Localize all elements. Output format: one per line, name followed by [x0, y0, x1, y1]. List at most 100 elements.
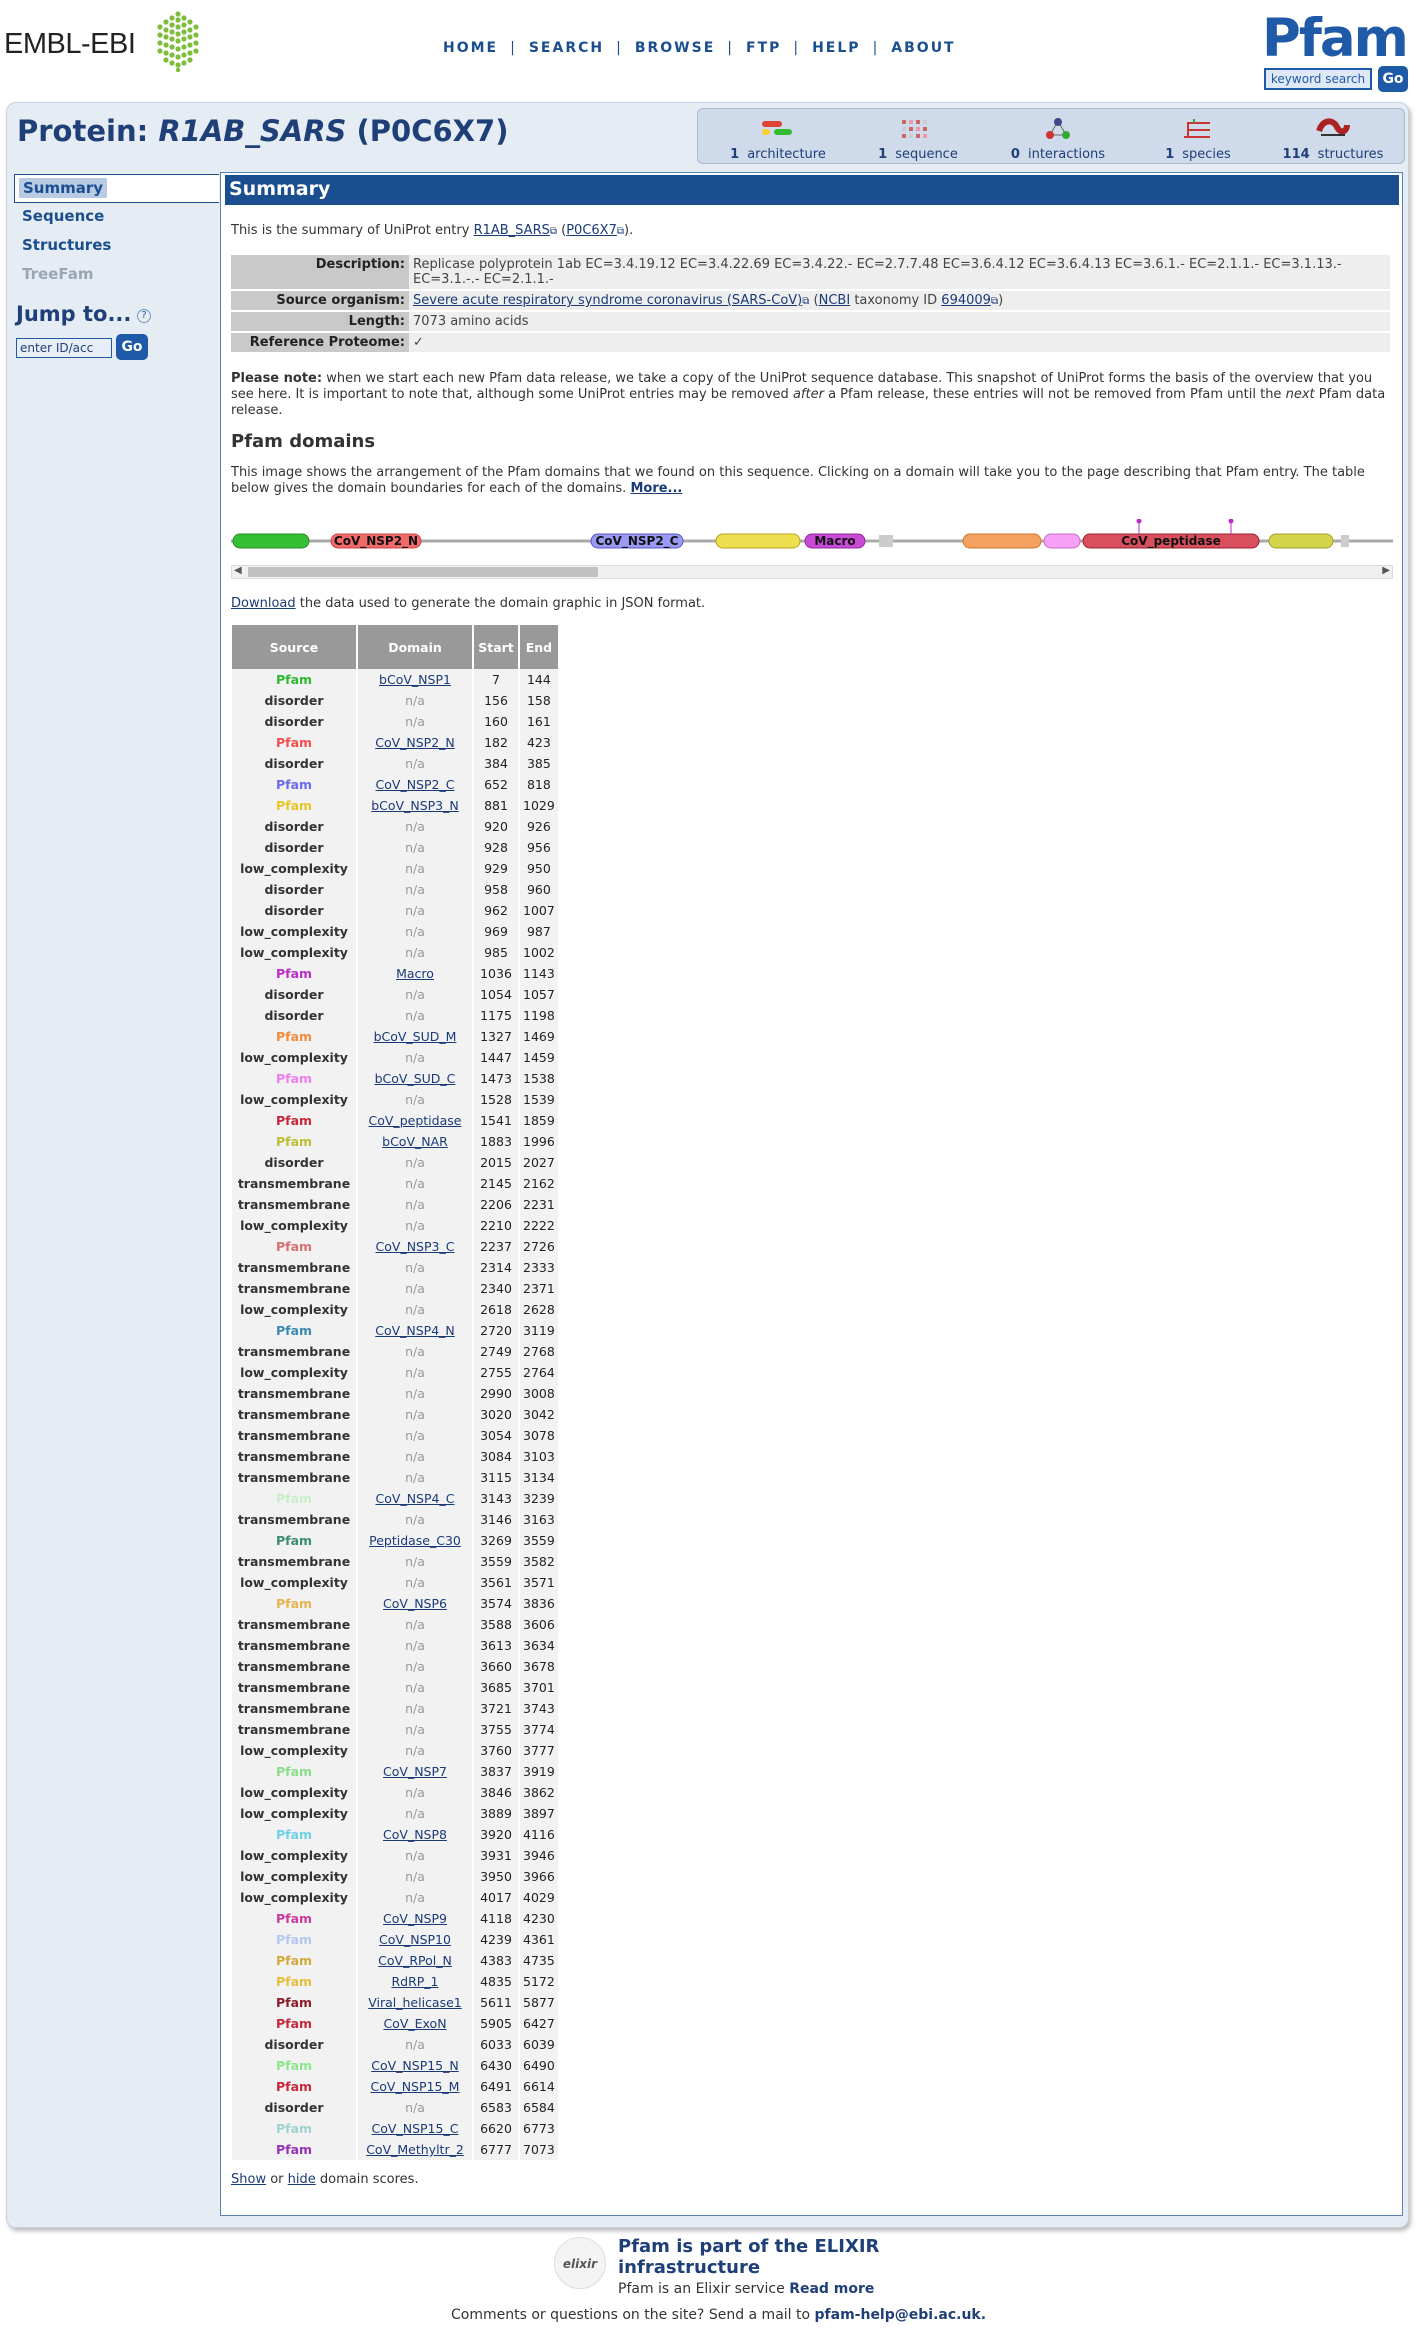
sidebar-item-sequence[interactable]: Sequence — [14, 203, 219, 232]
organism-link[interactable]: Severe acute respiratory syndrome corona… — [413, 293, 802, 308]
domain-cell: n/a — [357, 1089, 474, 1110]
domain-link[interactable]: CoV_peptidase — [369, 1113, 462, 1128]
elixir-logo[interactable]: elixir — [554, 2237, 606, 2289]
nav-search[interactable]: SEARCH — [529, 40, 604, 56]
keyword-search-input[interactable]: keyword search — [1264, 68, 1372, 90]
start-cell: 1473 — [473, 1068, 520, 1089]
header-source[interactable]: Source — [232, 625, 358, 669]
domain-link[interactable]: CoV_NSP2_N — [375, 735, 455, 750]
end-cell: 1057 — [519, 984, 560, 1005]
nav-ftp[interactable]: FTP — [746, 40, 781, 56]
end-cell: 5877 — [519, 1992, 560, 2013]
table-row: Pfam CoV_NSP4_C 3143 3239 — [232, 1488, 560, 1509]
ebi-logo-text[interactable]: EMBL-EBI — [4, 28, 136, 61]
source-cell: Pfam — [232, 1110, 358, 1131]
more-link[interactable]: More... — [630, 481, 682, 496]
domain-link[interactable]: CoV_NSP2_C — [376, 777, 455, 792]
domain-link[interactable]: bCoV_NSP1 — [379, 672, 451, 687]
graphic-label-cov-nsp2-c: CoV_NSP2_C — [596, 534, 679, 549]
nav-browse[interactable]: BROWSE — [635, 40, 715, 56]
domain-link[interactable]: CoV_NSP6 — [383, 1596, 447, 1611]
length-value: 7073 amino acids — [409, 312, 1390, 331]
domain-link[interactable]: CoV_Methyltr_2 — [366, 2142, 464, 2157]
pfam-logo[interactable]: Pfam — [1262, 12, 1409, 65]
domain-link[interactable]: CoV_NSP9 — [383, 1911, 447, 1926]
contact-email-link[interactable]: pfam-help@ebi.ac.uk. — [815, 2307, 987, 2323]
start-cell: 652 — [473, 774, 520, 795]
domain-link[interactable]: Viral_helicase1 — [368, 1995, 462, 2010]
elixir-subtitle: Pfam is an Elixir service Read more — [618, 2281, 875, 2297]
domain-link[interactable]: CoV_RPol_N — [378, 1953, 452, 1968]
end-cell: 6773 — [519, 2118, 560, 2139]
domain-cell: n/a — [357, 1425, 474, 1446]
domain-cell: n/a — [357, 1005, 474, 1026]
source-cell: transmembrane — [232, 1719, 358, 1740]
checkmark-icon: ✓ — [409, 333, 1390, 352]
hide-scores-link[interactable]: hide — [288, 2172, 316, 2187]
nav-about[interactable]: ABOUT — [891, 40, 955, 56]
domain-link[interactable]: Peptidase_C30 — [369, 1533, 461, 1548]
domain-link[interactable]: bCoV_NAR — [382, 1134, 448, 1149]
source-cell: disorder — [232, 816, 358, 837]
domain-link[interactable]: CoV_NSP8 — [383, 1827, 447, 1842]
uniprot-accession-link[interactable]: P0C6X7 — [566, 223, 617, 238]
nav-home[interactable]: HOME — [443, 40, 498, 56]
table-row: Pfam CoV_NSP15_N 6430 6490 — [232, 2055, 560, 2076]
keyword-search-go-button[interactable]: Go — [1378, 66, 1408, 92]
domain-link[interactable]: CoV_ExoN — [383, 2016, 446, 2031]
tab-interactions[interactable]: 0 interactions — [998, 117, 1118, 162]
source-cell: disorder — [232, 711, 358, 732]
end-cell: 2222 — [519, 1215, 560, 1236]
domain-link[interactable]: CoV_NSP15_C — [372, 2121, 459, 2136]
domain-scores-toggle: Show or hide domain scores. — [231, 2172, 419, 2187]
tab-sequence[interactable]: 1 sequence — [858, 117, 978, 162]
domain-link[interactable]: Macro — [396, 966, 434, 981]
download-link[interactable]: Download — [231, 596, 296, 611]
tab-structures[interactable]: 114 structures — [1268, 117, 1398, 162]
uniprot-entry-link[interactable]: R1AB_SARS — [474, 223, 550, 238]
scroll-left-icon[interactable]: ◀ — [234, 565, 242, 576]
domain-link[interactable]: CoV_NSP15_N — [371, 2058, 459, 2073]
domain-cell: n/a — [357, 879, 474, 900]
header-domain[interactable]: Domain — [357, 625, 474, 669]
header-end[interactable]: End — [519, 625, 560, 669]
domain-link[interactable]: CoV_NSP4_N — [375, 1323, 455, 1338]
show-scores-link[interactable]: Show — [231, 2172, 266, 2187]
table-row: Pfam Viral_helicase1 5611 5877 — [232, 1992, 560, 2013]
domain-link[interactable]: bCoV_NSP3_N — [371, 798, 459, 813]
tab-architecture[interactable]: 1 architecture — [718, 117, 838, 162]
summary-heading: Summary — [225, 175, 1399, 205]
ebi-logo-icon[interactable] — [150, 10, 206, 72]
domain-graphic[interactable]: CoV_NSP2_N CoV_NSP2_C Macro CoV_peptidas… — [231, 519, 1393, 559]
scroll-thumb[interactable] — [248, 567, 598, 577]
domain-cell: CoV_peptidase — [357, 1110, 474, 1131]
domain-link[interactable]: bCoV_SUD_M — [374, 1029, 457, 1044]
domain-link[interactable]: CoV_NSP4_C — [376, 1491, 455, 1506]
ncbi-link[interactable]: NCBI — [819, 293, 851, 308]
help-icon[interactable]: ? — [137, 309, 151, 323]
domain-table-body: Pfam bCoV_NSP1 7 144 disorder n/a 156 158 disord… — [232, 669, 560, 2160]
domain-link[interactable]: CoV_NSP3_C — [376, 1239, 455, 1254]
domain-link[interactable]: CoV_NSP10 — [379, 1932, 451, 1947]
sidebar-item-structures[interactable]: Structures — [14, 232, 219, 261]
domain-cell: RdRP_1 — [357, 1971, 474, 1992]
domain-link[interactable]: RdRP_1 — [391, 1974, 438, 1989]
tab-species[interactable]: 1 species — [1138, 117, 1258, 162]
sidebar-item-summary[interactable]: Summary — [14, 174, 219, 203]
header-start[interactable]: Start — [473, 625, 520, 669]
end-cell: 2231 — [519, 1194, 560, 1215]
graphic-scrollbar[interactable]: ◀ ▶ — [231, 565, 1393, 579]
jump-to-go-button[interactable]: Go — [116, 334, 148, 360]
taxonomy-id-link[interactable]: 694009 — [941, 293, 991, 308]
jump-to-input[interactable]: enter ID/acc — [16, 338, 112, 358]
sidebar: Summary Sequence Structures TreeFam — [14, 174, 219, 290]
start-cell: 182 — [473, 732, 520, 753]
read-more-link[interactable]: Read more — [789, 2281, 874, 2297]
domain-link[interactable]: CoV_NSP15_M — [371, 2079, 460, 2094]
domain-link[interactable]: CoV_NSP7 — [383, 1764, 447, 1779]
scroll-right-icon[interactable]: ▶ — [1382, 565, 1390, 576]
nav-help[interactable]: HELP — [812, 40, 860, 56]
jump-to-title: Jump to... — [16, 302, 132, 326]
domain-link[interactable]: bCoV_SUD_C — [375, 1071, 456, 1086]
source-cell: low_complexity — [232, 1572, 358, 1593]
